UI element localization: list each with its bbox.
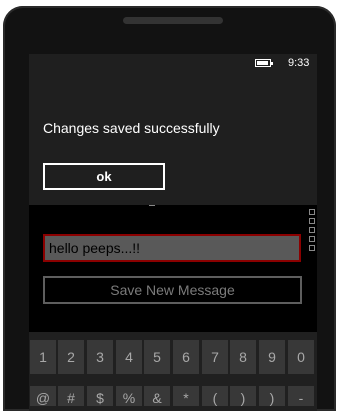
obscured-side-indicators [309,209,317,289]
on-screen-keyboard: 1 2 3 4 5 6 7 8 9 0 @ # $ % & * ( ) ) - [29,332,317,411]
key-2[interactable]: 2 [58,340,84,374]
key-7[interactable]: 7 [202,340,228,374]
keyboard-digit-row: 1 2 3 4 5 6 7 8 9 0 [29,340,317,376]
speaker-grille [123,17,223,24]
key-dollar[interactable]: $ [87,386,113,406]
key-0[interactable]: 0 [288,340,314,374]
key-percent[interactable]: % [116,386,142,406]
battery-icon [255,59,273,67]
key-open-paren[interactable]: ( [202,386,228,406]
keyboard-symbol-row: @ # $ % & * ( ) ) - [29,386,317,411]
phone-frame: hello peeps...!! Save New Message 1 2 3 … [3,6,336,411]
key-9[interactable]: 9 [259,340,285,374]
ok-button[interactable]: ok [43,163,165,190]
key-3[interactable]: 3 [87,340,113,374]
save-new-message-button[interactable]: Save New Message [43,276,302,304]
key-4[interactable]: 4 [116,340,142,374]
key-6[interactable]: 6 [173,340,199,374]
key-5[interactable]: 5 [144,340,170,374]
key-8[interactable]: 8 [230,340,256,374]
message-input[interactable]: hello peeps...!! [43,234,301,262]
key-1[interactable]: 1 [30,340,56,374]
key-asterisk[interactable]: * [173,386,199,406]
key-close-paren-2[interactable]: ) [259,386,285,406]
status-clock: 9:33 [288,57,310,69]
message-dialog: 9:33 Changes saved successfully ok [29,54,317,205]
phone-screen: hello peeps...!! Save New Message 1 2 3 … [29,54,317,411]
key-at[interactable]: @ [30,386,56,406]
status-bar: 9:33 [29,54,317,74]
key-ampersand[interactable]: & [144,386,170,406]
key-dash[interactable]: - [288,386,314,406]
key-hash[interactable]: # [58,386,84,406]
key-close-paren[interactable]: ) [230,386,256,406]
dialog-message: Changes saved successfully [43,120,220,136]
